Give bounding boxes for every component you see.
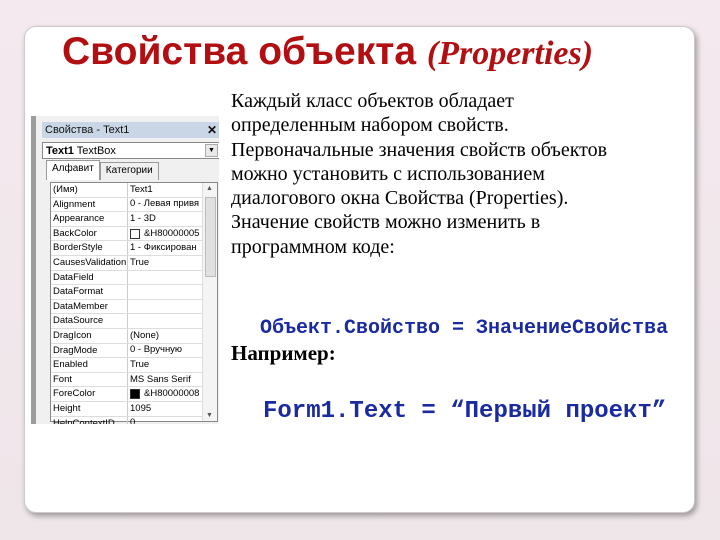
scroll-down-icon[interactable]: ▼ — [206, 412, 213, 419]
body-line: определенным набором свойств. — [231, 114, 509, 137]
body-line: Значение свойств можно изменить в — [231, 211, 541, 234]
property-value-text: Text1 — [130, 183, 153, 195]
property-value[interactable]: 0 - Вручную — [128, 344, 203, 358]
property-value[interactable]: True — [128, 358, 203, 372]
property-value-text: (None) — [130, 329, 160, 341]
code-syntax: Объект.Свойство = ЗначениеСвойства — [260, 317, 669, 340]
property-value-text: 0 — [130, 417, 136, 424]
property-value-text: True — [130, 358, 150, 370]
color-swatch — [130, 389, 140, 400]
property-name: BorderStyle — [51, 241, 128, 255]
property-value-text: 1 - Фиксирован — [130, 242, 197, 254]
property-name: ForeColor — [51, 387, 128, 401]
body-line: Каждый класс объектов обладает — [231, 90, 514, 112]
property-value[interactable]: MS Sans Serif — [128, 373, 203, 387]
property-grid: (Имя) Text1 Alignment 0 - Левая привя Appear… — [50, 182, 218, 424]
property-value[interactable]: True — [128, 256, 203, 270]
tab-bar: Алфавит Категории — [46, 160, 159, 180]
property-name: HelpContextID — [51, 416, 128, 424]
property-name: DragIcon — [51, 328, 128, 343]
property-name: Appearance — [51, 212, 128, 226]
object-selector[interactable]: Text1 TextBox ▼ — [42, 142, 219, 159]
window-title: Свойства - Text1 — [45, 124, 130, 136]
body-line: Первоначальные значения свойств объектов — [231, 138, 608, 161]
property-value[interactable] — [128, 314, 203, 328]
code-example: Form1.Text = “Первый проект” — [263, 398, 667, 425]
property-row[interactable]: Height 1095 — [51, 401, 217, 417]
property-row[interactable]: BackColor &H80000005 — [51, 226, 217, 242]
property-value[interactable]: Text1 — [128, 183, 203, 197]
property-value[interactable]: (None) — [128, 329, 203, 343]
property-value[interactable]: 0 - Левая привя — [128, 198, 203, 212]
property-row[interactable]: Font MS Sans Serif — [51, 372, 217, 388]
body-line: диалогового окна Свойства (Properties). — [231, 187, 569, 210]
property-value-text: 1095 — [130, 402, 152, 414]
property-row[interactable]: DataField — [51, 270, 217, 286]
object-type: TextBox — [76, 145, 116, 157]
property-row[interactable]: DataMember — [51, 299, 217, 315]
property-name: DragMode — [51, 343, 128, 358]
slide-body-text: Каждый класс объектов обладает определенн… — [231, 89, 607, 259]
scrollbar[interactable]: ▲ ▼ — [202, 183, 217, 421]
property-name: DataSource — [51, 314, 128, 328]
property-name: (Имя) — [51, 183, 128, 197]
tab-categories[interactable]: Категории — [99, 162, 159, 180]
body-line: программном коде: — [231, 235, 395, 258]
properties-window: Свойства - Text1 ✕ Text1 TextBox ▼ Алфавит… — [31, 116, 219, 424]
property-value[interactable]: 1 - Фиксирован — [128, 241, 203, 255]
property-value-text: &H80000008 — [144, 388, 200, 400]
scroll-up-icon[interactable]: ▲ — [206, 185, 213, 192]
close-icon[interactable]: ✕ — [207, 123, 217, 137]
object-name: Text1 — [46, 145, 74, 157]
title-en: (Properties) — [426, 35, 594, 72]
body-line: можно установить с использованием — [231, 162, 545, 185]
property-row[interactable]: (Имя) Text1 — [51, 183, 217, 198]
property-name: BackColor — [51, 226, 128, 241]
property-row[interactable]: CausesValidation True — [51, 255, 217, 271]
property-value[interactable]: 0 — [128, 417, 203, 424]
example-label: Например: — [231, 341, 336, 365]
property-value-text: &H80000005 — [144, 227, 200, 239]
property-name: DataFormat — [51, 285, 128, 299]
property-value-text: MS Sans Serif — [130, 373, 191, 385]
property-name: Enabled — [51, 358, 128, 372]
property-name: Height — [51, 401, 128, 416]
scrollbar-thumb[interactable] — [205, 197, 216, 277]
property-value[interactable]: &H80000005 — [128, 227, 203, 241]
property-name: DataField — [51, 270, 128, 285]
property-value-text: 0 - Вручную — [130, 344, 183, 356]
property-row[interactable]: DataFormat — [51, 285, 217, 300]
title-ru: Свойства объекта — [62, 30, 417, 73]
property-row[interactable]: HelpContextID 0 — [51, 416, 217, 424]
slide-title: Свойства объекта (Properties) — [62, 30, 593, 74]
property-value[interactable]: &H80000008 — [128, 387, 203, 401]
property-value-text: 1 - 3D — [130, 212, 156, 224]
property-row[interactable]: Enabled True — [51, 358, 217, 373]
property-row[interactable]: DragIcon (None) — [51, 328, 217, 344]
property-name: CausesValidation — [53, 255, 128, 270]
property-row[interactable]: BorderStyle 1 - Фиксирован — [51, 241, 217, 256]
property-name: Font — [51, 372, 128, 387]
tab-alphabetic[interactable]: Алфавит — [46, 160, 100, 180]
property-row[interactable]: Alignment 0 - Левая привя — [51, 197, 217, 213]
property-value-text: 0 - Левая привя — [130, 198, 200, 210]
property-row[interactable]: ForeColor &H80000008 — [51, 387, 217, 402]
property-name: DataMember — [51, 299, 128, 314]
property-value[interactable] — [128, 300, 203, 314]
chevron-down-icon[interactable]: ▼ — [205, 144, 218, 157]
property-row[interactable]: Appearance 1 - 3D — [51, 212, 217, 227]
property-row[interactable]: DataSource — [51, 314, 217, 329]
property-name: Alignment — [51, 197, 128, 212]
color-swatch — [130, 228, 140, 239]
property-value-text: True — [130, 256, 150, 268]
window-titlebar: Свойства - Text1 ✕ — [42, 122, 219, 138]
property-value[interactable] — [128, 285, 203, 299]
property-value[interactable] — [128, 271, 203, 285]
property-value[interactable]: 1095 — [128, 402, 203, 416]
property-row[interactable]: DragMode 0 - Вручную — [51, 343, 217, 359]
property-value[interactable]: 1 - 3D — [128, 212, 203, 226]
